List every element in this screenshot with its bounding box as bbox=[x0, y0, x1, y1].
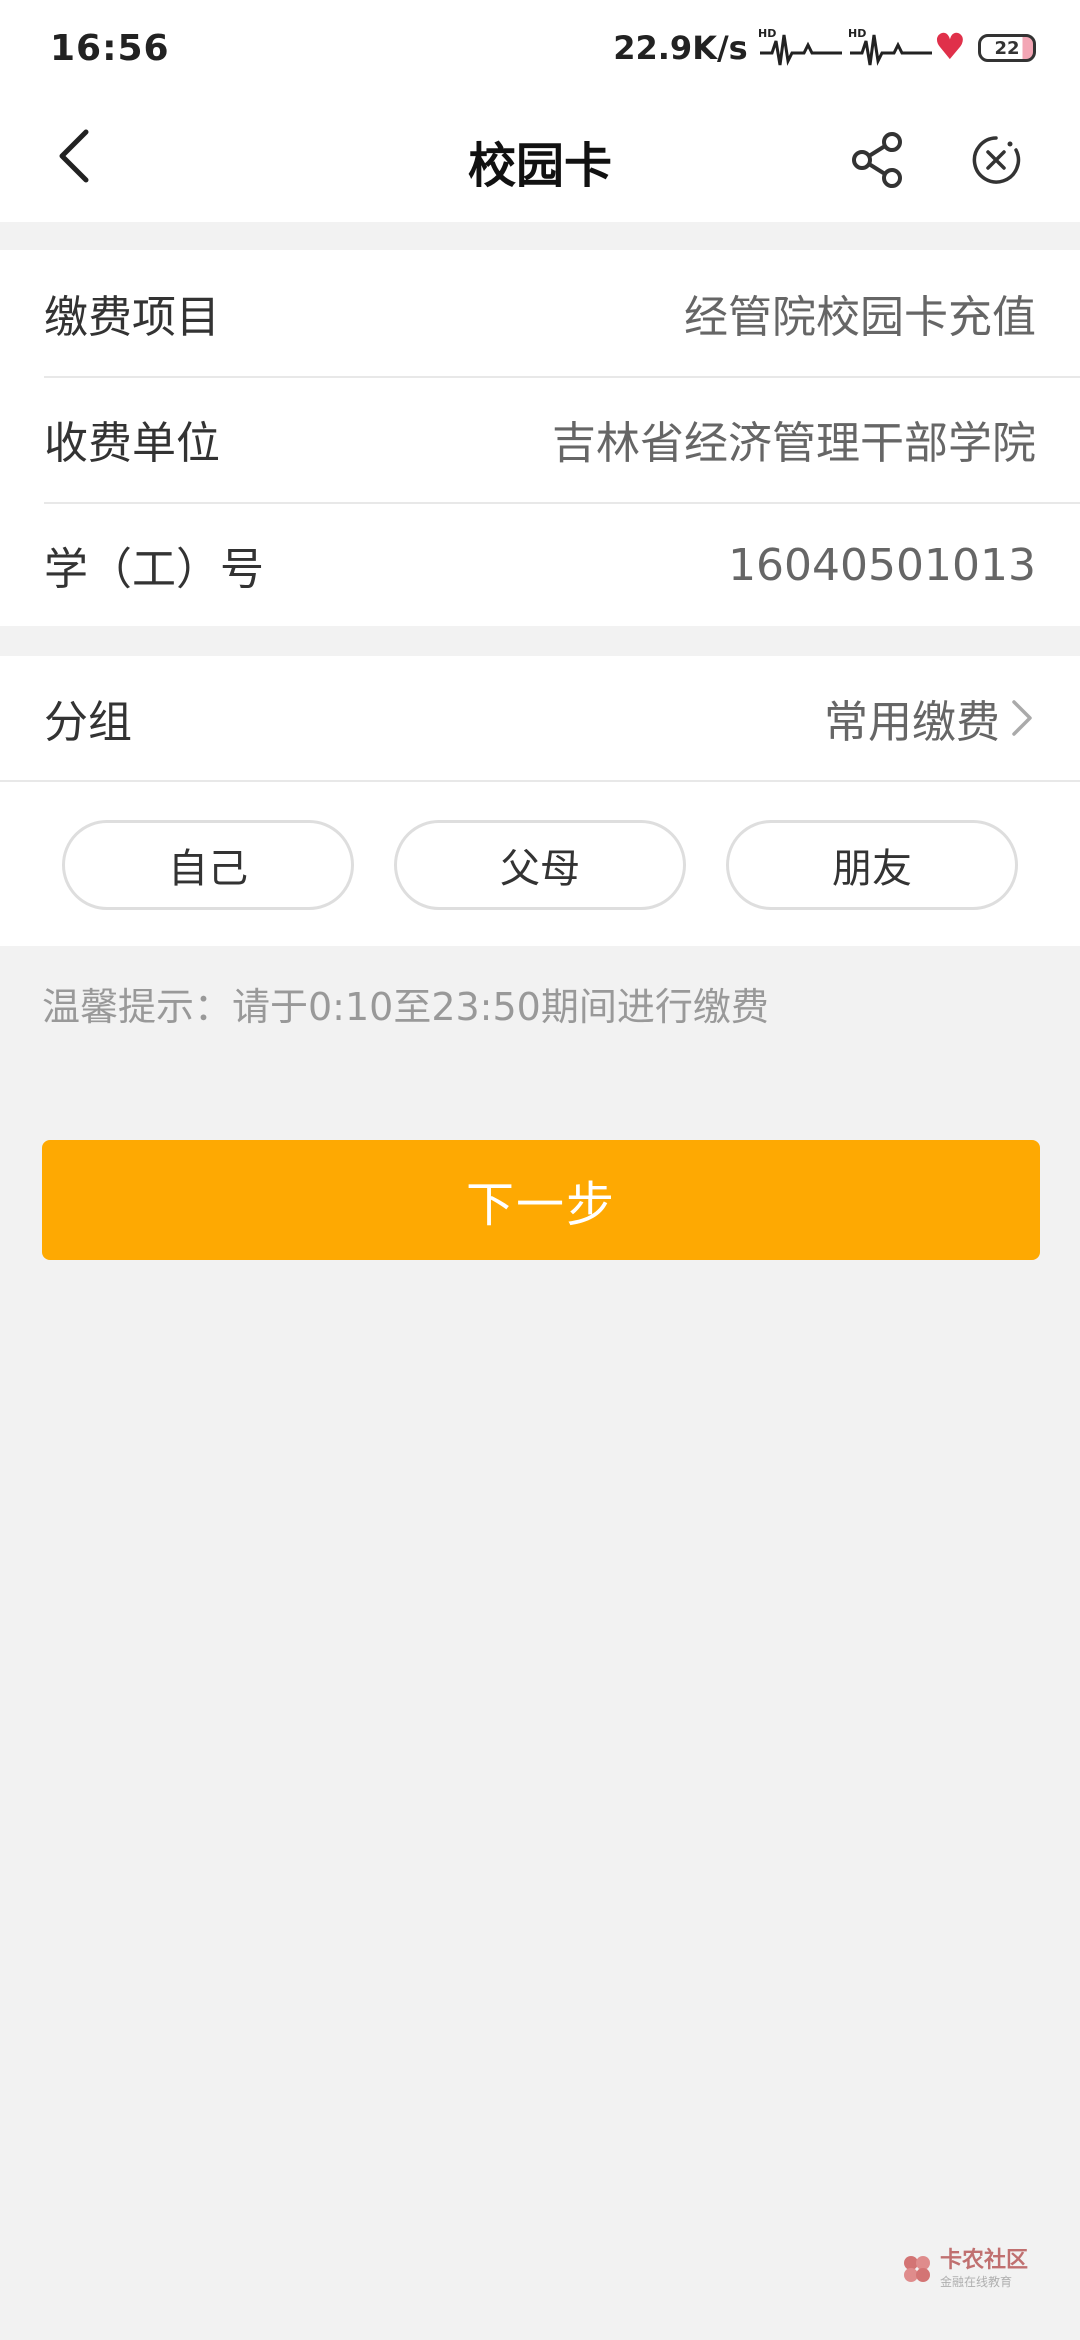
svg-text:HD: HD bbox=[848, 27, 866, 40]
payment-info-card: 缴费项目 经管院校园卡充值 收费单位 吉林省经济管理干部学院 学（工）号 160… bbox=[0, 250, 1080, 626]
status-icons: 22.9K/s HD HD ♥ 22 bbox=[613, 23, 1036, 73]
kanong-logo-icon bbox=[904, 2256, 930, 2282]
status-time: 16:56 bbox=[50, 27, 170, 69]
close-button[interactable] bbox=[958, 122, 1034, 198]
payment-tip: 温馨提示：请于0:10至23:50期间进行缴费 bbox=[42, 985, 769, 1029]
signal-hd-icon: HD bbox=[848, 27, 932, 66]
close-circle-icon bbox=[972, 136, 1021, 184]
student-id-value: 16040501013 bbox=[728, 539, 1036, 591]
watermark-text: 卡农社区 金融在线教育 bbox=[940, 2248, 1029, 2289]
share-icon bbox=[852, 132, 902, 188]
signal-hd-icon: HD bbox=[758, 27, 842, 66]
student-id-row: 学（工）号 16040501013 bbox=[0, 502, 1080, 628]
network-speed: 22.9K/s bbox=[613, 29, 748, 67]
chip-parents[interactable]: 父母 bbox=[394, 820, 686, 910]
chevron-right-icon bbox=[1012, 700, 1032, 736]
chip-self[interactable]: 自己 bbox=[62, 820, 354, 910]
heart-icon: ♥ bbox=[933, 27, 966, 68]
status-bar: 16:56 22.9K/s HD HD ♥ 22 bbox=[0, 0, 1080, 96]
battery-level: 22 bbox=[994, 37, 1020, 59]
watermark-subtitle: 金融在线教育 bbox=[940, 2275, 1013, 2289]
svg-text:HD: HD bbox=[758, 27, 776, 40]
student-id-label: 学（工）号 bbox=[44, 544, 264, 595]
watermark-title: 卡农社区 bbox=[940, 2248, 1029, 2273]
payment-item-value: 经管院校园卡充值 bbox=[684, 292, 1036, 343]
payee-row: 收费单位 吉林省经济管理干部学院 bbox=[0, 376, 1080, 502]
chip-friends[interactable]: 朋友 bbox=[726, 820, 1018, 910]
group-value-wrap: 常用缴费 bbox=[824, 686, 1036, 750]
group-selector[interactable]: 分组 常用缴费 bbox=[0, 656, 1080, 782]
group-card: 分组 常用缴费 自己 父母 朋友 bbox=[0, 656, 1080, 946]
group-label: 分组 bbox=[44, 697, 132, 748]
payee-label: 收费单位 bbox=[44, 418, 220, 469]
share-button[interactable] bbox=[840, 122, 916, 198]
payment-item-label: 缴费项目 bbox=[44, 292, 220, 343]
battery-icon: 22 bbox=[978, 34, 1036, 62]
payment-item-row: 缴费项目 经管院校园卡充值 bbox=[0, 250, 1080, 376]
next-step-button[interactable]: 下一步 bbox=[42, 1140, 1040, 1260]
group-value: 常用缴费 bbox=[824, 697, 1000, 748]
page-title: 校园卡 bbox=[467, 138, 612, 194]
group-chips: 自己 父母 朋友 bbox=[0, 782, 1080, 910]
title-bar: 校园卡 bbox=[0, 96, 1080, 222]
payee-value: 吉林省经济管理干部学院 bbox=[552, 418, 1036, 469]
watermark: 卡农社区 金融在线教育 bbox=[900, 2250, 1028, 2288]
